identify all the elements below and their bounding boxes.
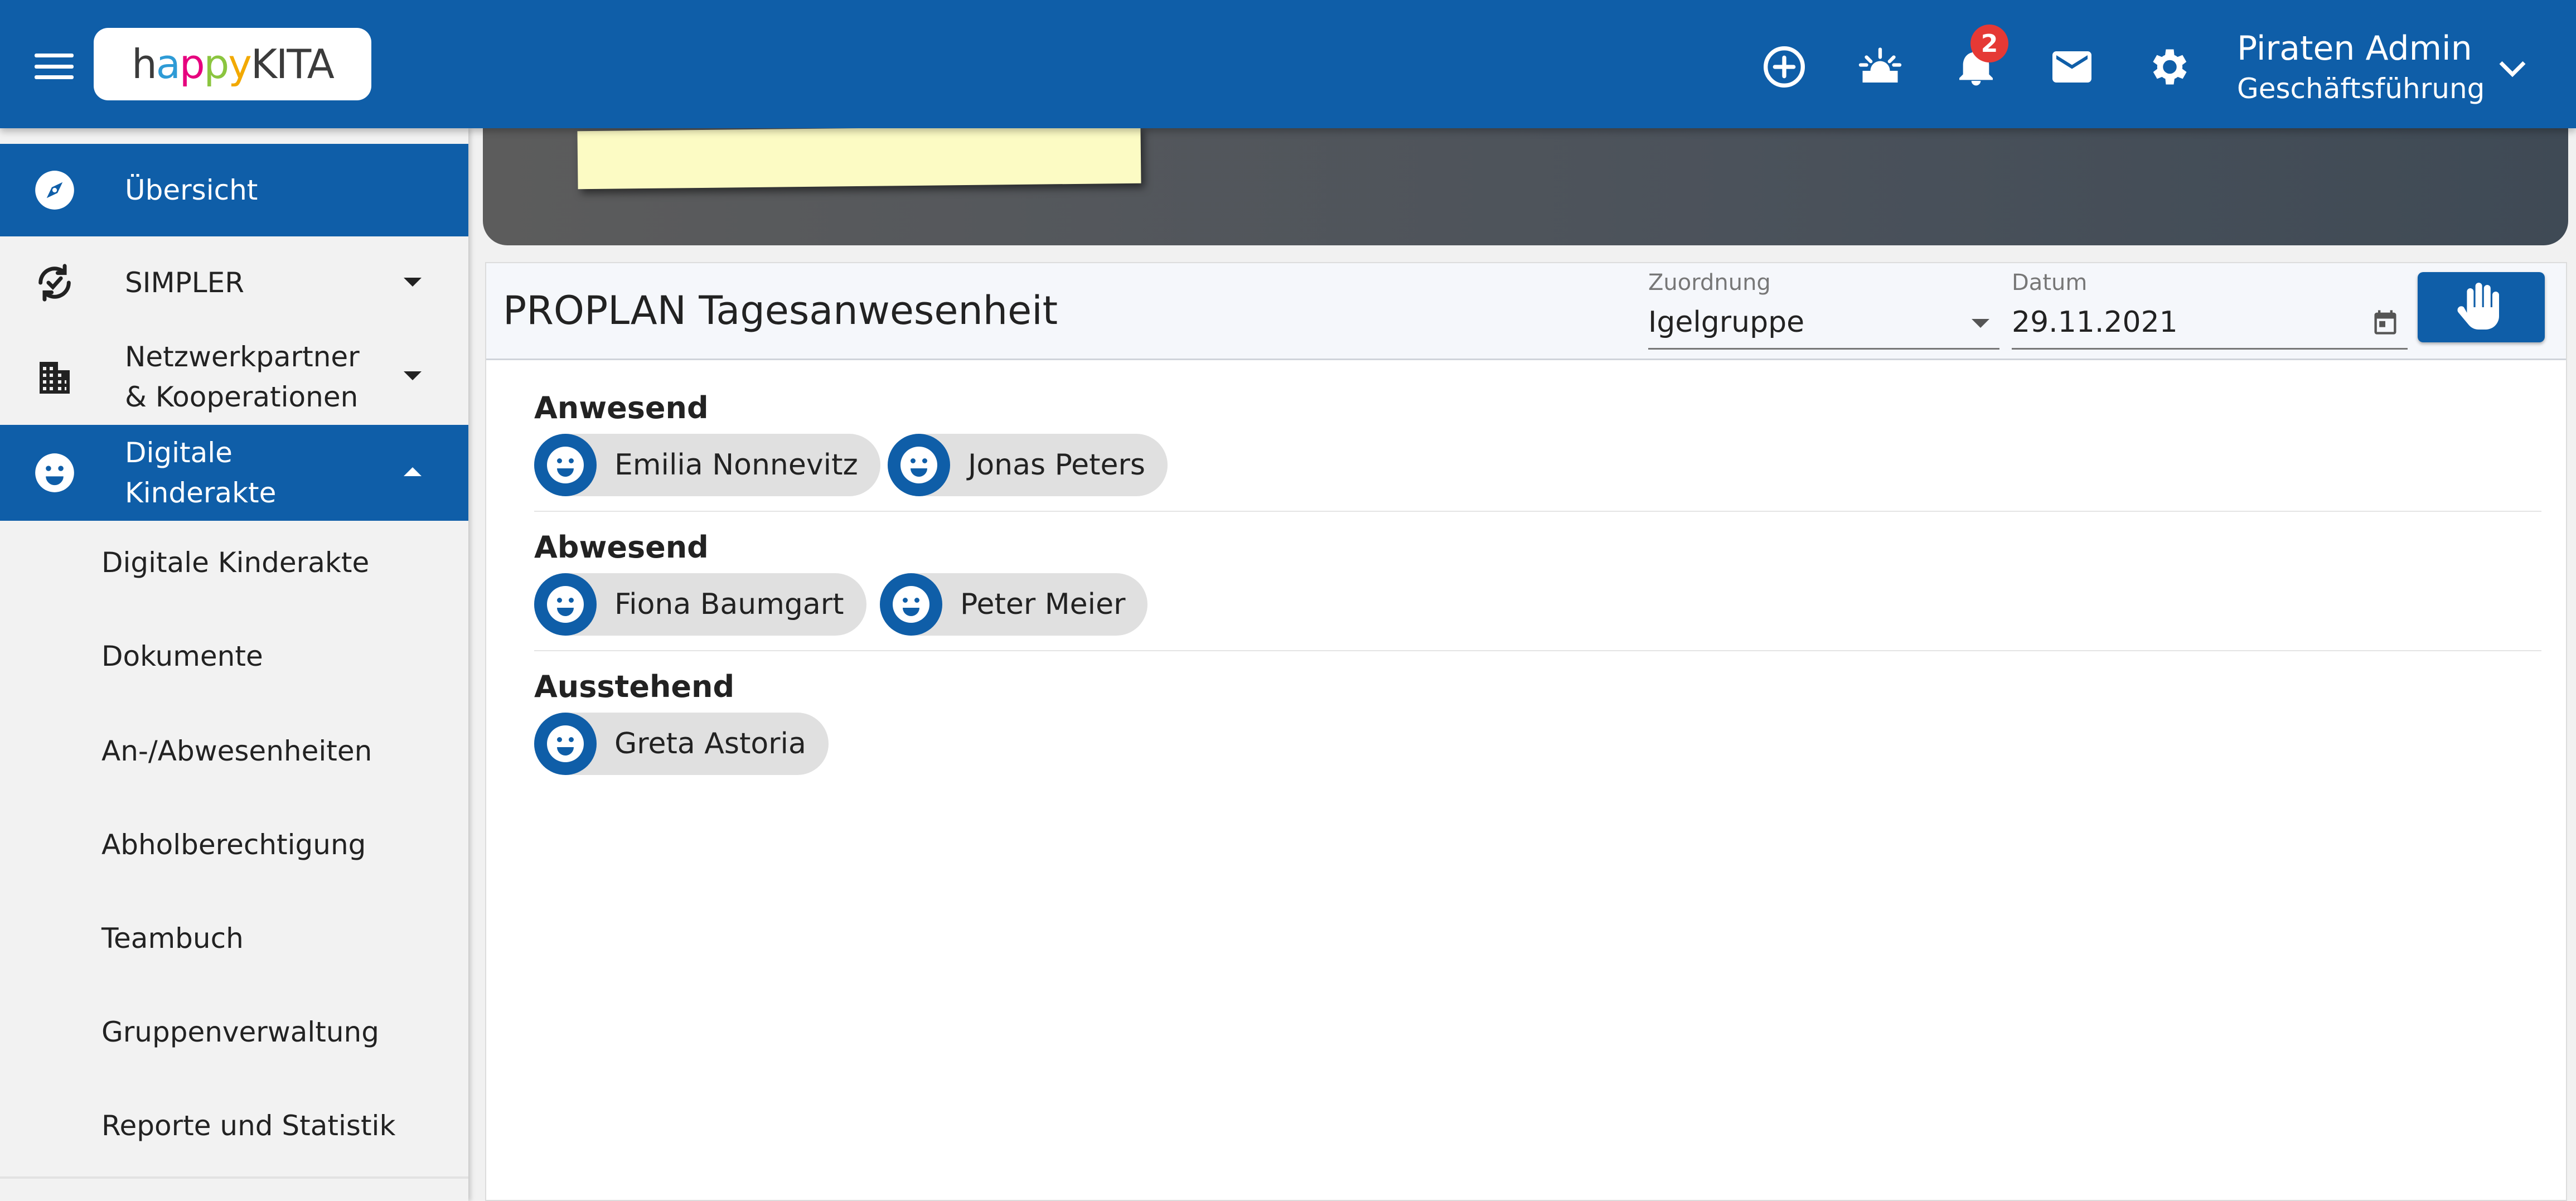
user-name[interactable]: Piraten Admin (2237, 29, 2472, 68)
sidebar-item-digitale-kinderakte[interactable]: Digitale Kinderakte (0, 425, 468, 521)
smiley-icon (534, 434, 597, 496)
child-chip[interactable]: Emilia Nonnevitz (534, 434, 880, 496)
child-name: Peter Meier (960, 588, 1126, 621)
child-name: Jonas Peters (968, 448, 1145, 482)
building-icon (32, 355, 77, 399)
smiley-icon (888, 434, 950, 496)
subitem-gruppenverwaltung[interactable]: Gruppenverwaltung (101, 1016, 379, 1048)
section-title-anwesend: Anwesend (534, 390, 709, 425)
sidebar-item-label-line1: Netzwerkpartner (125, 341, 360, 373)
assignment-select[interactable]: Igelgruppe (1648, 306, 1804, 339)
sunrise-icon[interactable] (1852, 39, 1908, 95)
smiley-icon (32, 451, 77, 495)
subitem-an-abwesenheiten[interactable]: An-/Abwesenheiten (101, 735, 372, 767)
section-divider (534, 511, 2541, 512)
child-chip[interactable]: Jonas Peters (888, 434, 1168, 496)
app-logo[interactable]: h a p p y KITA (94, 28, 371, 100)
subitem-dokumente[interactable]: Dokumente (101, 640, 263, 672)
top-app-bar: h a p p y KITA 2 Piraten Admin Geschäftsführu… (0, 0, 2576, 128)
sidebar: Übersicht SIMPLER Netzwerkpartner & Koop… (0, 128, 468, 1201)
smiley-icon (534, 713, 597, 775)
gear-icon[interactable] (2140, 39, 2196, 95)
user-role[interactable]: Geschäftsführung (2237, 72, 2485, 105)
subitem-teambuch[interactable]: Teambuch (101, 922, 244, 955)
child-chip[interactable]: Greta Astoria (534, 713, 829, 775)
sidebar-item-label: Übersicht (125, 174, 258, 206)
sidebar-item-netzwerkpartner[interactable]: Netzwerkpartner & Kooperationen (0, 329, 468, 425)
notification-badge: 2 (1970, 25, 2008, 62)
sync-check-icon (32, 260, 77, 305)
date-input[interactable]: 29.11.2021 (2012, 306, 2178, 339)
smiley-icon (880, 573, 942, 636)
dashboard-banner (483, 128, 2568, 245)
section-divider (534, 650, 2541, 651)
subitem-digitale-kinderakte[interactable]: Digitale Kinderakte (101, 546, 369, 579)
compass-icon (32, 168, 77, 212)
child-chip[interactable]: Fiona Baumgart (534, 573, 866, 636)
card-header: PROPLAN Tagesanwesenheit Zuordnung Igelg… (486, 263, 2566, 360)
subitem-abholberechtigung[interactable]: Abholberechtigung (101, 829, 366, 861)
sidebar-item-label-line1: Digitale (125, 437, 233, 469)
sidebar-item-uebersicht[interactable]: Übersicht (0, 144, 468, 236)
add-circle-icon[interactable] (1756, 39, 1812, 95)
chevron-down-icon[interactable] (2497, 58, 2528, 83)
assignment-underline (1648, 348, 1999, 350)
caret-down-icon[interactable] (401, 275, 424, 291)
sidebar-item-label-line2: & Kooperationen (125, 381, 359, 413)
sidebar-item-label: SIMPLER (125, 267, 244, 299)
sticky-note (577, 128, 1141, 190)
page-title: PROPLAN Tagesanwesenheit (503, 288, 1058, 333)
menu-icon[interactable] (35, 54, 74, 79)
hand-icon (2457, 283, 2499, 330)
smiley-icon (534, 573, 597, 636)
subitem-reporte-und-statistik[interactable]: Reporte und Statistik (101, 1110, 395, 1142)
section-title-ausstehend: Ausstehend (534, 669, 735, 704)
hand-raise-button[interactable] (2418, 272, 2545, 342)
child-name: Fiona Baumgart (614, 588, 844, 621)
caret-down-icon[interactable] (401, 369, 424, 385)
date-label: Datum (2012, 270, 2088, 296)
child-name: Greta Astoria (614, 727, 806, 761)
sidebar-divider (0, 1176, 468, 1179)
child-name: Emilia Nonnevitz (614, 448, 858, 482)
sidebar-item-label-line2: Kinderakte (125, 477, 277, 509)
caret-down-icon[interactable] (1969, 317, 1992, 332)
attendance-card: PROPLAN Tagesanwesenheit Zuordnung Igelg… (485, 262, 2567, 1201)
section-title-abwesend: Abwesend (534, 530, 709, 565)
assignment-label: Zuordnung (1648, 270, 1771, 296)
calendar-icon[interactable] (2371, 308, 2400, 339)
caret-up-icon[interactable] (401, 465, 424, 481)
sidebar-item-simpler[interactable]: SIMPLER (0, 236, 468, 329)
mail-icon[interactable] (2044, 39, 2100, 95)
date-underline (2012, 348, 2408, 350)
child-chip[interactable]: Peter Meier (880, 573, 1148, 636)
